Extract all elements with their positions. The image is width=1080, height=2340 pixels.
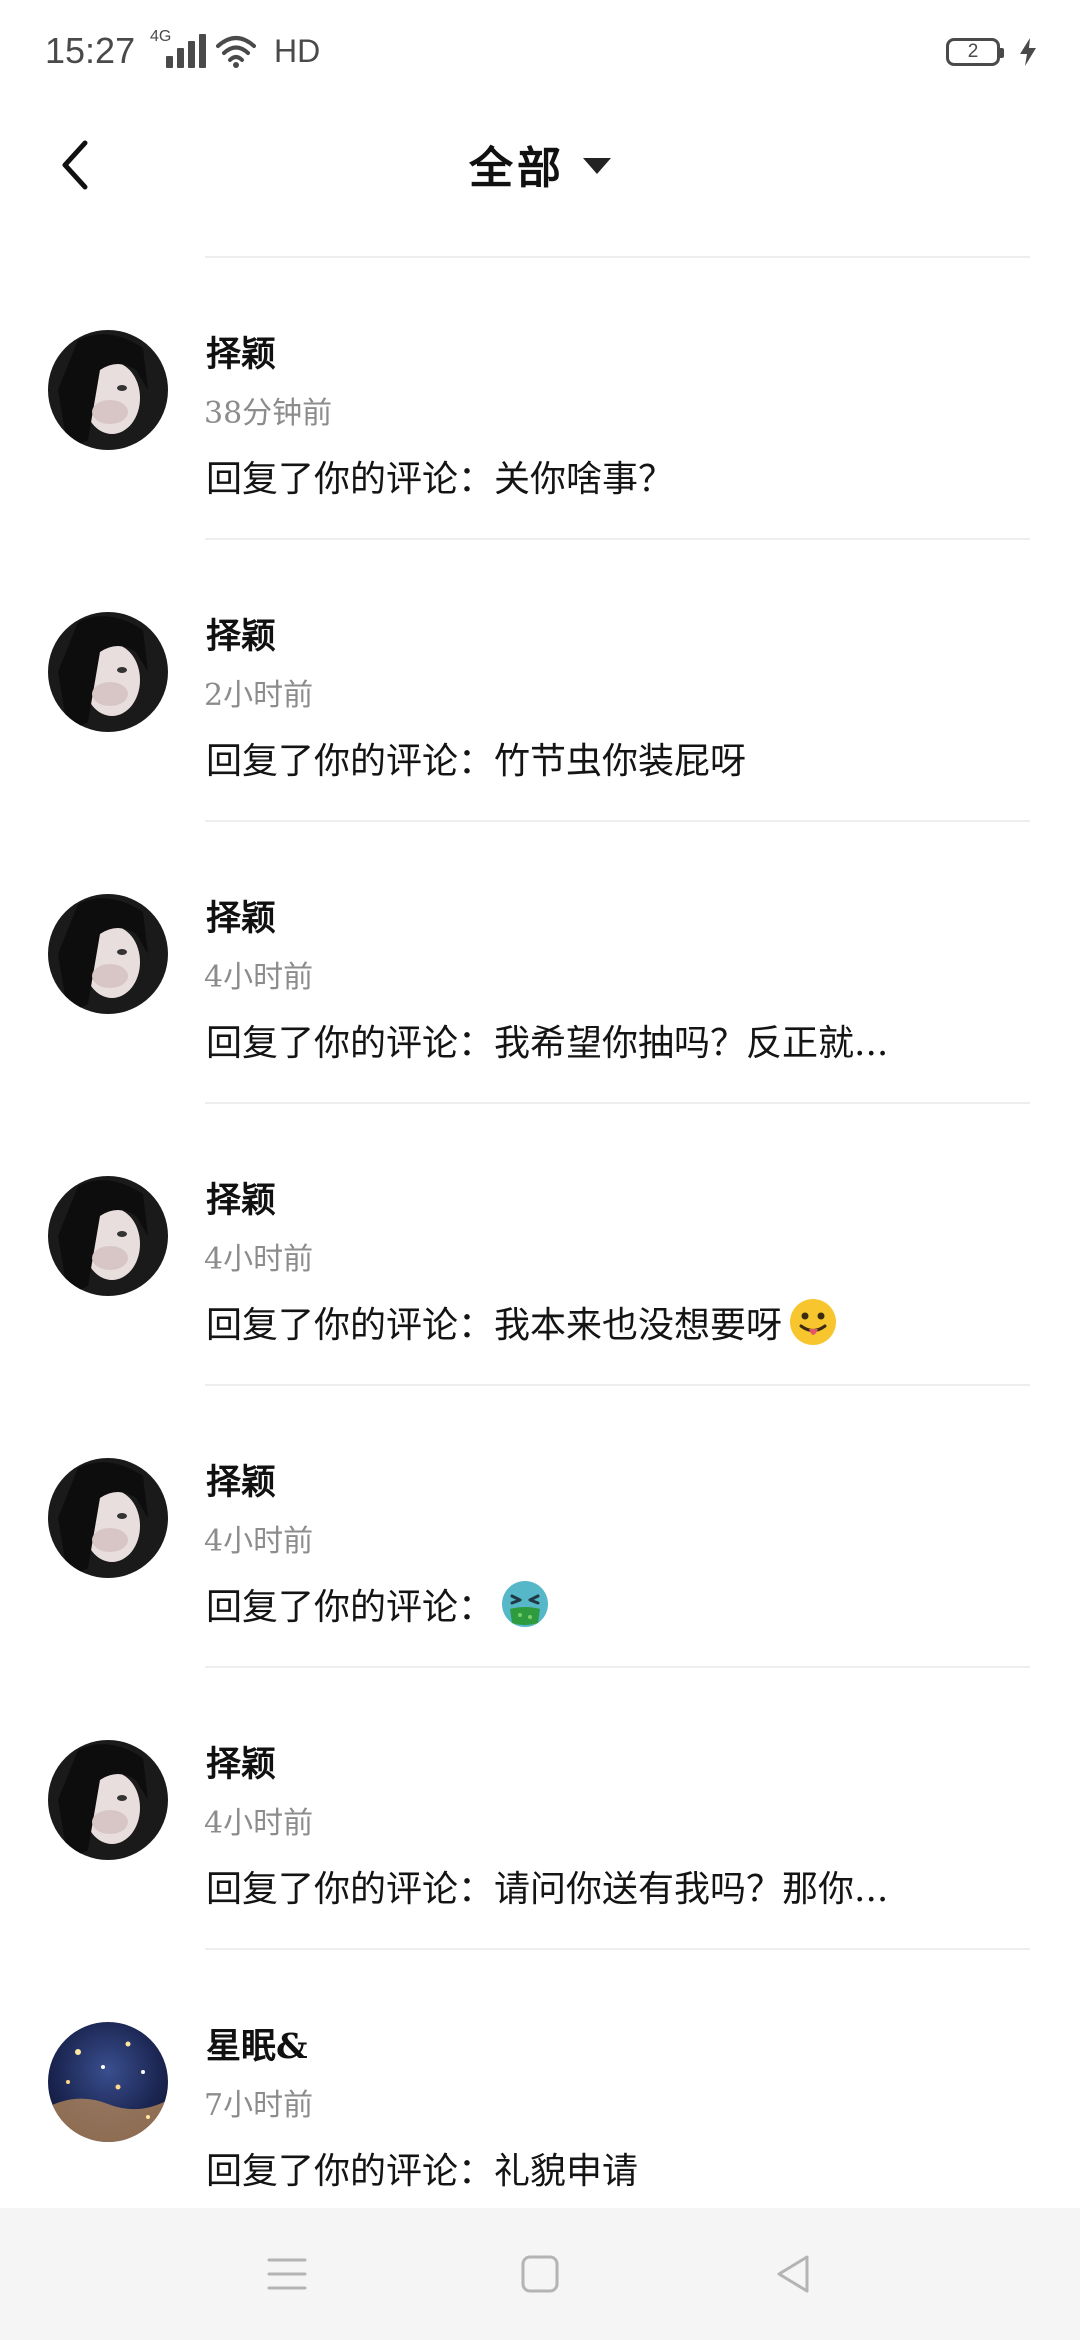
- tongue-out-emoji-icon: [790, 1299, 837, 1345]
- back-triangle-icon: [777, 2255, 809, 2293]
- timestamp: 4小时前: [204, 1524, 314, 1559]
- dark-hair-avatar-icon: [48, 1176, 168, 1296]
- reply-content: 回复了你的评论：请问你送有我吗？那你...: [206, 1869, 889, 1910]
- page-title: 全部: [469, 143, 565, 194]
- filter-dropdown[interactable]: 全部: [0, 132, 1080, 196]
- menu-button[interactable]: [257, 2244, 317, 2304]
- notification-item[interactable]: 择颖 38分钟前 回复了你的评论：关你啥事？: [0, 258, 1080, 540]
- status-time: 15:27: [45, 30, 136, 71]
- notification-item[interactable]: 择颖 4小时前 回复了你的评论：请问你送有我吗？那你...: [0, 1668, 1080, 1950]
- notification-item[interactable]: 择颖 4小时前 回复了你的评论：我希望你抽吗？反正就...: [0, 822, 1080, 1104]
- timestamp: 4小时前: [204, 960, 314, 995]
- reply-content: 回复了你的评论：竹节虫你装屁呀: [206, 741, 747, 782]
- timestamp: 38分钟前: [204, 396, 333, 431]
- dark-hair-avatar-icon: [48, 1740, 168, 1860]
- starry-sky-avatar-icon: [48, 2022, 168, 2142]
- reply-text: 回复了你的评论：竹节虫你装屁呀: [206, 732, 746, 784]
- system-nav-bar: [0, 2208, 1080, 2340]
- reply-content: 回复了你的评论：: [206, 1587, 495, 1628]
- avatar[interactable]: [48, 1176, 168, 1296]
- signal-icon: [166, 34, 206, 68]
- user-name: 择颖: [206, 616, 277, 657]
- home-button[interactable]: [510, 2244, 570, 2304]
- caret-down-icon: [583, 158, 611, 174]
- avatar[interactable]: [48, 612, 168, 732]
- user-name: 择颖: [206, 1744, 277, 1785]
- user-name: 择颖: [206, 1462, 277, 1503]
- wifi-icon: [216, 36, 256, 68]
- reply-text: 回复了你的评论：请问你送有我吗？那你...: [206, 1860, 888, 1912]
- header: 全部: [0, 110, 1080, 260]
- timestamp: 2小时前: [204, 678, 314, 713]
- reply-text: 回复了你的评论：礼貌申请: [206, 2142, 638, 2194]
- notification-item[interactable]: 星眠& 7小时前 回复了你的评论：礼貌申请: [0, 1950, 1080, 2232]
- network-type: 4G: [150, 28, 172, 45]
- notification-item[interactable]: 择颖 4小时前 回复了你的评论：我本来也没想要呀: [0, 1104, 1080, 1386]
- network-indicator: 4G HD: [148, 28, 321, 69]
- battery-icon: 2: [946, 38, 1004, 66]
- status-bar: 15:27 4G HD 2: [0, 0, 1080, 110]
- avatar[interactable]: [48, 894, 168, 1014]
- timestamp: 4小时前: [204, 1242, 314, 1277]
- back-nav-button[interactable]: [763, 2244, 823, 2304]
- vomit-emoji-icon: [502, 1581, 549, 1627]
- notification-list: 择颖 38分钟前 回复了你的评论：关你啥事？ 择颖 2小时前 回复了你的评论：竹…: [0, 258, 1080, 2232]
- user-name: 星眠&: [206, 2026, 308, 2067]
- reply-text: 回复了你的评论：我希望你抽吗？反正就...: [206, 1014, 888, 1066]
- avatar[interactable]: [48, 2022, 168, 2142]
- user-name: 择颖: [206, 898, 277, 939]
- timestamp: 4小时前: [204, 1806, 314, 1841]
- dark-hair-avatar-icon: [48, 330, 168, 450]
- charging-icon: [1020, 38, 1036, 66]
- reply-text: 回复了你的评论：我本来也没想要呀: [206, 1296, 838, 1348]
- reply-text: 回复了你的评论：关你啥事？: [206, 450, 674, 502]
- dark-hair-avatar-icon: [48, 1458, 168, 1578]
- notification-item[interactable]: 择颖 2小时前 回复了你的评论：竹节虫你装屁呀: [0, 540, 1080, 822]
- home-square-icon: [521, 2255, 559, 2293]
- battery-level: 2: [967, 41, 979, 62]
- avatar[interactable]: [48, 1458, 168, 1578]
- user-name: 择颖: [206, 334, 277, 375]
- reply-text: 回复了你的评论：: [206, 1578, 550, 1630]
- avatar[interactable]: [48, 330, 168, 450]
- hd-label: HD: [274, 33, 321, 69]
- reply-content: 回复了你的评论：我希望你抽吗？反正就...: [206, 1023, 889, 1064]
- dark-hair-avatar-icon: [48, 612, 168, 732]
- timestamp: 7小时前: [204, 2088, 314, 2123]
- notification-item[interactable]: 择颖 4小时前 回复了你的评论：: [0, 1386, 1080, 1668]
- dark-hair-avatar-icon: [48, 894, 168, 1014]
- user-name: 择颖: [206, 1180, 277, 1221]
- reply-content: 回复了你的评论：关你啥事？: [206, 459, 675, 500]
- avatar[interactable]: [48, 1740, 168, 1860]
- reply-content: 回复了你的评论：我本来也没想要呀: [206, 1305, 783, 1346]
- reply-content: 回复了你的评论：礼貌申请: [206, 2151, 639, 2192]
- menu-icon: [267, 2258, 307, 2290]
